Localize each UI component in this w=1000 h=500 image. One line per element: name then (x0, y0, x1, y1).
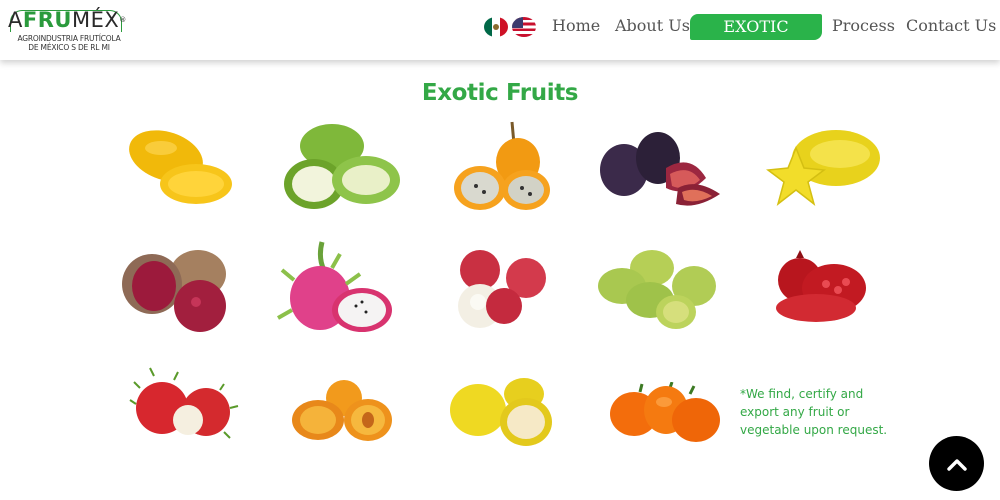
logo-letter-a: A (8, 8, 23, 32)
habanero-image (610, 382, 720, 442)
pomegranate-image (776, 250, 866, 322)
page-title: Exotic Fruits (421, 80, 579, 106)
mango-image (129, 130, 232, 204)
usa-flag-icon[interactable] (512, 17, 536, 37)
rambutan-image (129, 367, 239, 439)
logo-subtitle: AGROINDUSTRIA FRUTÍCOLA DE MÉXICO S DE R… (17, 34, 121, 52)
custom-request-note: *We find, certify and export any fruit o… (740, 387, 888, 437)
lychee-image (458, 250, 546, 328)
green-mango-image (284, 124, 400, 209)
nav-home[interactable]: Home (552, 16, 600, 36)
nav-exotic-fruits[interactable]: EXOTIC FRUITS (690, 14, 822, 62)
apricot-image (292, 380, 392, 441)
logo-fru: FRU (22, 8, 72, 32)
starfruit-image (766, 130, 880, 206)
logo-registered: ® (119, 16, 127, 24)
dragon-fruit-image (277, 241, 392, 332)
logo-mex: MÉX (71, 8, 120, 32)
brand-logo[interactable]: AFRUMÉX® AGROINDUSTRIA FRUTÍCOLA DE MÉXI… (8, 8, 126, 54)
mamey-image (122, 250, 226, 332)
logo-wordmark: AFRUMÉX® (8, 8, 127, 32)
fig-image (600, 132, 720, 206)
nav-contact-us[interactable]: Contact Us (906, 16, 996, 36)
guava-image (450, 378, 552, 446)
prickly-pear-image (598, 250, 716, 329)
passion-fruit-image (454, 121, 550, 210)
chevron-up-icon (946, 458, 967, 471)
nav-process[interactable]: Process (832, 16, 895, 36)
mexico-flag-icon[interactable] (484, 17, 508, 37)
site-header: AFRUMÉX® AGROINDUSTRIA FRUTÍCOLA DE MÉXI… (0, 0, 1000, 62)
scroll-to-top-button[interactable] (929, 436, 984, 491)
nav-about-us[interactable]: About Us (615, 16, 690, 36)
